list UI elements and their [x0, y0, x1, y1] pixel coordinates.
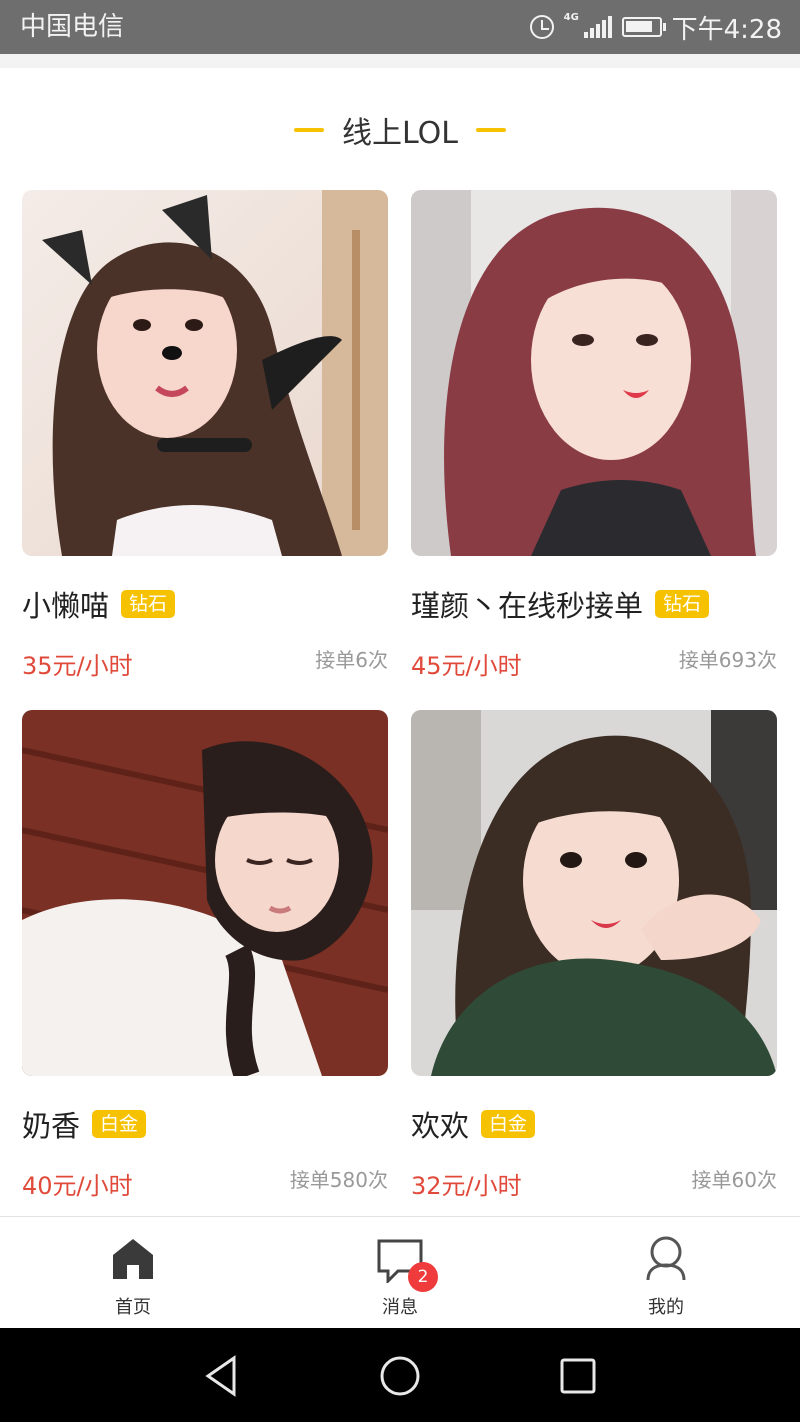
order-count: 接单580次 [289, 1168, 388, 1192]
unread-badge: 2 [408, 1262, 438, 1292]
player-photo[interactable] [22, 190, 388, 556]
price-label: 40元/小时 [22, 1172, 133, 1200]
status-icons: 4G 下午4:28 [529, 10, 782, 45]
name-row: 瑾颜丶在线秒接单 钻石 [411, 586, 710, 623]
player-card[interactable]: 瑾颜丶在线秒接单 钻石 45元/小时 接单693次 [411, 190, 777, 680]
player-photo[interactable] [411, 710, 777, 1076]
alarm-icon [529, 15, 554, 39]
carrier-label: 中国电信 [20, 12, 125, 42]
player-card[interactable]: 奶香 白金 40元/小时 接单580次 [22, 710, 388, 1200]
player-photo[interactable] [411, 190, 777, 556]
android-navigation-bar [0, 1328, 800, 1422]
section-header: 线上LOL [0, 108, 800, 152]
nav-label: 我的 [648, 1297, 684, 1318]
order-count: 接单6次 [315, 648, 388, 672]
player-card[interactable]: 小懒喵 钻石 35元/小时 接单6次 [22, 190, 388, 680]
message-icon: 2 [376, 1239, 438, 1292]
tier-badge: 钻石 [121, 590, 176, 618]
name-row: 欢欢 白金 [411, 1106, 536, 1143]
home-circle-icon[interactable] [378, 1354, 422, 1398]
player-card[interactable]: 欢欢 白金 32元/小时 接单60次 [411, 710, 777, 1200]
nav-label: 消息 [382, 1297, 418, 1318]
nav-label: 首页 [115, 1297, 151, 1318]
title-dash-right [475, 128, 506, 132]
order-count: 接单693次 [678, 648, 777, 672]
home-icon [109, 1239, 157, 1287]
price-label: 32元/小时 [411, 1172, 522, 1200]
player-name: 小懒喵 [22, 589, 110, 623]
name-row: 小懒喵 钻石 [22, 586, 176, 623]
signal-icon: 4G [564, 12, 612, 38]
section-title: 线上LOL [342, 116, 458, 151]
title-dash-left [294, 128, 324, 132]
status-bar: 中国电信 4G 下午4:28 [0, 0, 800, 54]
order-count: 接单60次 [691, 1168, 777, 1192]
nav-item-profile[interactable]: 我的 [606, 1235, 726, 1318]
profile-icon [642, 1236, 690, 1287]
name-row: 奶香 白金 [22, 1106, 147, 1143]
nav-item-messages[interactable]: 2 消息 [340, 1235, 460, 1318]
price-label: 45元/小时 [411, 652, 522, 680]
tier-badge: 钻石 [655, 590, 710, 618]
player-name: 瑾颜丶在线秒接单 [411, 589, 644, 623]
recents-icon[interactable] [556, 1354, 600, 1398]
battery-icon [621, 17, 666, 37]
network-type-label: 4G [563, 12, 579, 23]
player-photo[interactable] [22, 710, 388, 1076]
nav-item-home[interactable]: 首页 [73, 1235, 193, 1318]
tier-badge: 白金 [481, 1110, 536, 1138]
bottom-nav: 首页 2 消息 我的 [0, 1216, 800, 1328]
price-label: 35元/小时 [22, 652, 133, 680]
player-name: 欢欢 [411, 1109, 470, 1143]
top-divider [0, 54, 800, 68]
back-icon[interactable] [200, 1354, 244, 1398]
clock-time: 下午4:28 [671, 14, 782, 45]
tier-badge: 白金 [92, 1110, 147, 1138]
player-name: 奶香 [22, 1109, 81, 1143]
